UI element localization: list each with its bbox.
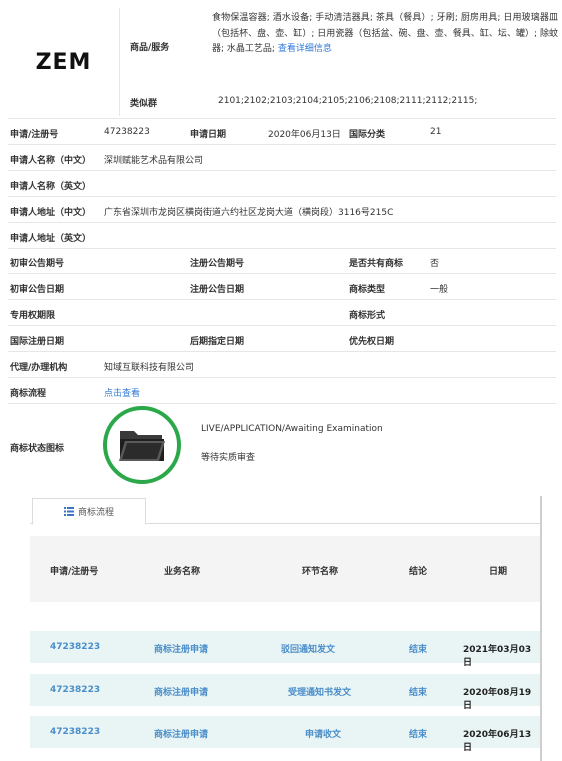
divider (8, 325, 556, 326)
tab-process[interactable]: 商标流程 (32, 498, 146, 525)
process-label: 商标流程 (10, 389, 47, 399)
address-en-label: 申请人地址（英文） (10, 234, 92, 244)
col-business: 业务名称 (164, 567, 201, 577)
status-label: 商标状态图标 (10, 444, 65, 454)
row-step: 驳回通知发文 (281, 645, 336, 655)
row-result: 结束 (409, 645, 428, 655)
list-icon (63, 507, 74, 516)
trademark-image: ZEM (8, 8, 120, 116)
similar-group-label: 类似群 (130, 99, 158, 109)
divider (8, 377, 556, 378)
shared-label: 是否共有商标 (349, 259, 404, 269)
row-reg-no[interactable]: 47238223 (50, 685, 100, 695)
folder-open-icon (119, 431, 165, 461)
divider (8, 196, 556, 197)
intl-class-label: 国际分类 (349, 130, 386, 140)
prelim-no-label: 初审公告期号 (10, 259, 65, 269)
col-date: 日期 (489, 567, 508, 577)
intl-class-value: 21 (430, 127, 442, 137)
row-result: 结束 (409, 730, 428, 740)
row-business: 商标注册申请 (154, 645, 209, 655)
agent-label: 代理/办理机构 (10, 363, 68, 373)
tab-label: 商标流程 (77, 508, 114, 518)
shared-value: 否 (430, 259, 440, 269)
table-row[interactable]: 47238223 商标注册申请 驳回通知发文 结束 2021年03月03日 (30, 631, 540, 668)
goods-text: 食物保温容器; 酒水设备; 手动清洁器具; 茶具（餐具）; 牙刷; 厨房用具; … (212, 13, 558, 54)
row-reg-no[interactable]: 47238223 (50, 642, 100, 652)
tm-type-value: 一般 (430, 285, 449, 295)
divider (8, 118, 556, 119)
reg-notice-date-label: 注册公告日期 (190, 285, 245, 295)
divider (8, 222, 556, 223)
row-step: 受理通知书发文 (288, 688, 352, 698)
apply-date-label: 申请日期 (190, 130, 227, 140)
row-date: 2020年08月19日 (463, 688, 532, 711)
intl-reg-date-label: 国际注册日期 (10, 337, 65, 347)
tm-type-label: 商标类型 (349, 285, 386, 295)
applicant-cn-value: 深圳赋能艺术品有限公司 (104, 156, 204, 166)
similar-group-value: 2101;2102;2103;2104;2105;2106;2108;2111;… (218, 96, 478, 106)
goods-list: 食物保温容器; 酒水设备; 手动清洁器具; 茶具（餐具）; 牙刷; 厨房用具; … (212, 11, 558, 58)
status-english: LIVE/APPLICATION/Awaiting Examination (201, 424, 383, 434)
table-header: 申请/注册号 业务名称 环节名称 结论 日期 (30, 536, 540, 602)
process-link[interactable]: 点击查看 (104, 386, 140, 399)
later-date-label: 后期指定日期 (190, 337, 245, 347)
col-result: 结论 (409, 567, 428, 577)
table-row[interactable]: 47238223 商标注册申请 申请收文 结束 2020年06月13日 (30, 716, 540, 753)
tab-bar: 商标流程 (30, 496, 540, 525)
goods-label: 商品/服务 (130, 43, 170, 53)
reg-no-label: 申请/注册号 (10, 130, 59, 140)
applicant-cn-label: 申请人名称（中文） (10, 156, 92, 166)
divider (8, 403, 556, 404)
process-panel: 商标流程 申请/注册号 业务名称 环节名称 结论 日期 47238223 商标注… (30, 496, 540, 761)
divider (8, 351, 556, 352)
row-date: 2020年06月13日 (463, 730, 532, 753)
divider (8, 144, 556, 145)
divider (8, 170, 556, 171)
prelim-date-label: 初审公告日期 (10, 285, 65, 295)
divider (8, 299, 556, 300)
table-row[interactable]: 47238223 商标注册申请 受理通知书发文 结束 2020年08月19日 (30, 674, 540, 711)
status-chinese: 等待实质审查 (201, 453, 256, 463)
divider (8, 273, 556, 274)
apply-date-value: 2020年06月13日 (268, 130, 341, 140)
agent-value: 知域互联科技有限公司 (104, 363, 195, 373)
goods-more-link[interactable]: 查看详细信息 (278, 44, 332, 54)
col-step: 环节名称 (302, 567, 339, 577)
priority-label: 优先权日期 (349, 337, 395, 347)
row-date: 2021年03月03日 (463, 645, 532, 668)
divider (8, 248, 556, 249)
reg-notice-no-label: 注册公告期号 (190, 259, 245, 269)
trademark-detail: ZEM 商品/服务 食物保温容器; 酒水设备; 手动清洁器具; 茶具（餐具）; … (0, 0, 562, 490)
exclusive-label: 专用权期限 (10, 311, 56, 321)
status-badge (103, 406, 181, 484)
reg-no-value: 47238223 (104, 127, 150, 137)
applicant-en-label: 申请人名称（英文） (10, 182, 92, 192)
col-reg-no: 申请/注册号 (50, 567, 99, 577)
row-business: 商标注册申请 (154, 688, 209, 698)
row-step: 申请收文 (305, 730, 342, 740)
panel-edge (540, 496, 542, 761)
trademark-logo: ZEM (35, 49, 92, 75)
row-reg-no[interactable]: 47238223 (50, 727, 100, 737)
address-cn-value: 广东省深圳市龙岗区横岗街道六约社区龙岗大道（横岗段）3116号215C (104, 208, 394, 218)
address-cn-label: 申请人地址（中文） (10, 208, 92, 218)
tm-form-label: 商标形式 (349, 311, 386, 321)
row-result: 结束 (409, 688, 428, 698)
row-business: 商标注册申请 (154, 730, 209, 740)
